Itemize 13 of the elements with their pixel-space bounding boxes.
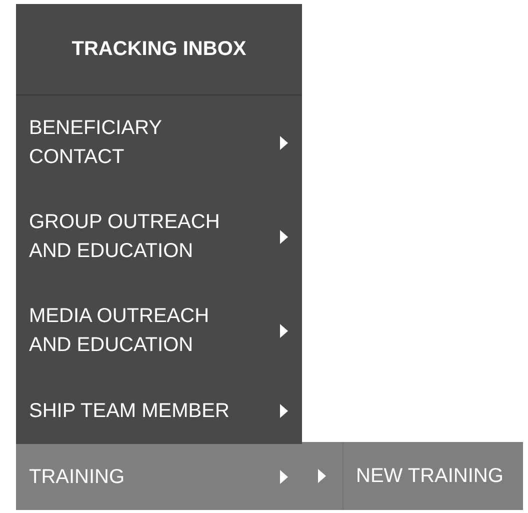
caret-icon <box>318 469 326 483</box>
menu-item-label: MEDIA OUTREACH AND EDUCATION <box>29 304 210 358</box>
menu-item[interactable]: TRAINING <box>16 444 302 510</box>
menu-item-label: GROUP OUTREACH AND EDUCATION <box>29 210 220 264</box>
menu-item[interactable]: BENEFICIARY CONTACT <box>16 96 302 190</box>
menu-item-label: SHIP TEAM MEMBER <box>29 398 230 424</box>
menu-item[interactable]: SHIP TEAM MEMBER <box>16 378 302 444</box>
menu-title: TRACKING INBOX <box>16 4 302 96</box>
submenu-item[interactable]: NEW TRAINING <box>344 442 524 510</box>
menu-item[interactable]: GROUP OUTREACH AND EDUCATION <box>16 190 302 284</box>
menu-item[interactable]: MEDIA OUTREACH AND EDUCATION <box>16 284 302 378</box>
menu-item-label: BENEFICIARY CONTACT <box>29 116 162 170</box>
menu-item-label: TRAINING <box>29 464 125 490</box>
